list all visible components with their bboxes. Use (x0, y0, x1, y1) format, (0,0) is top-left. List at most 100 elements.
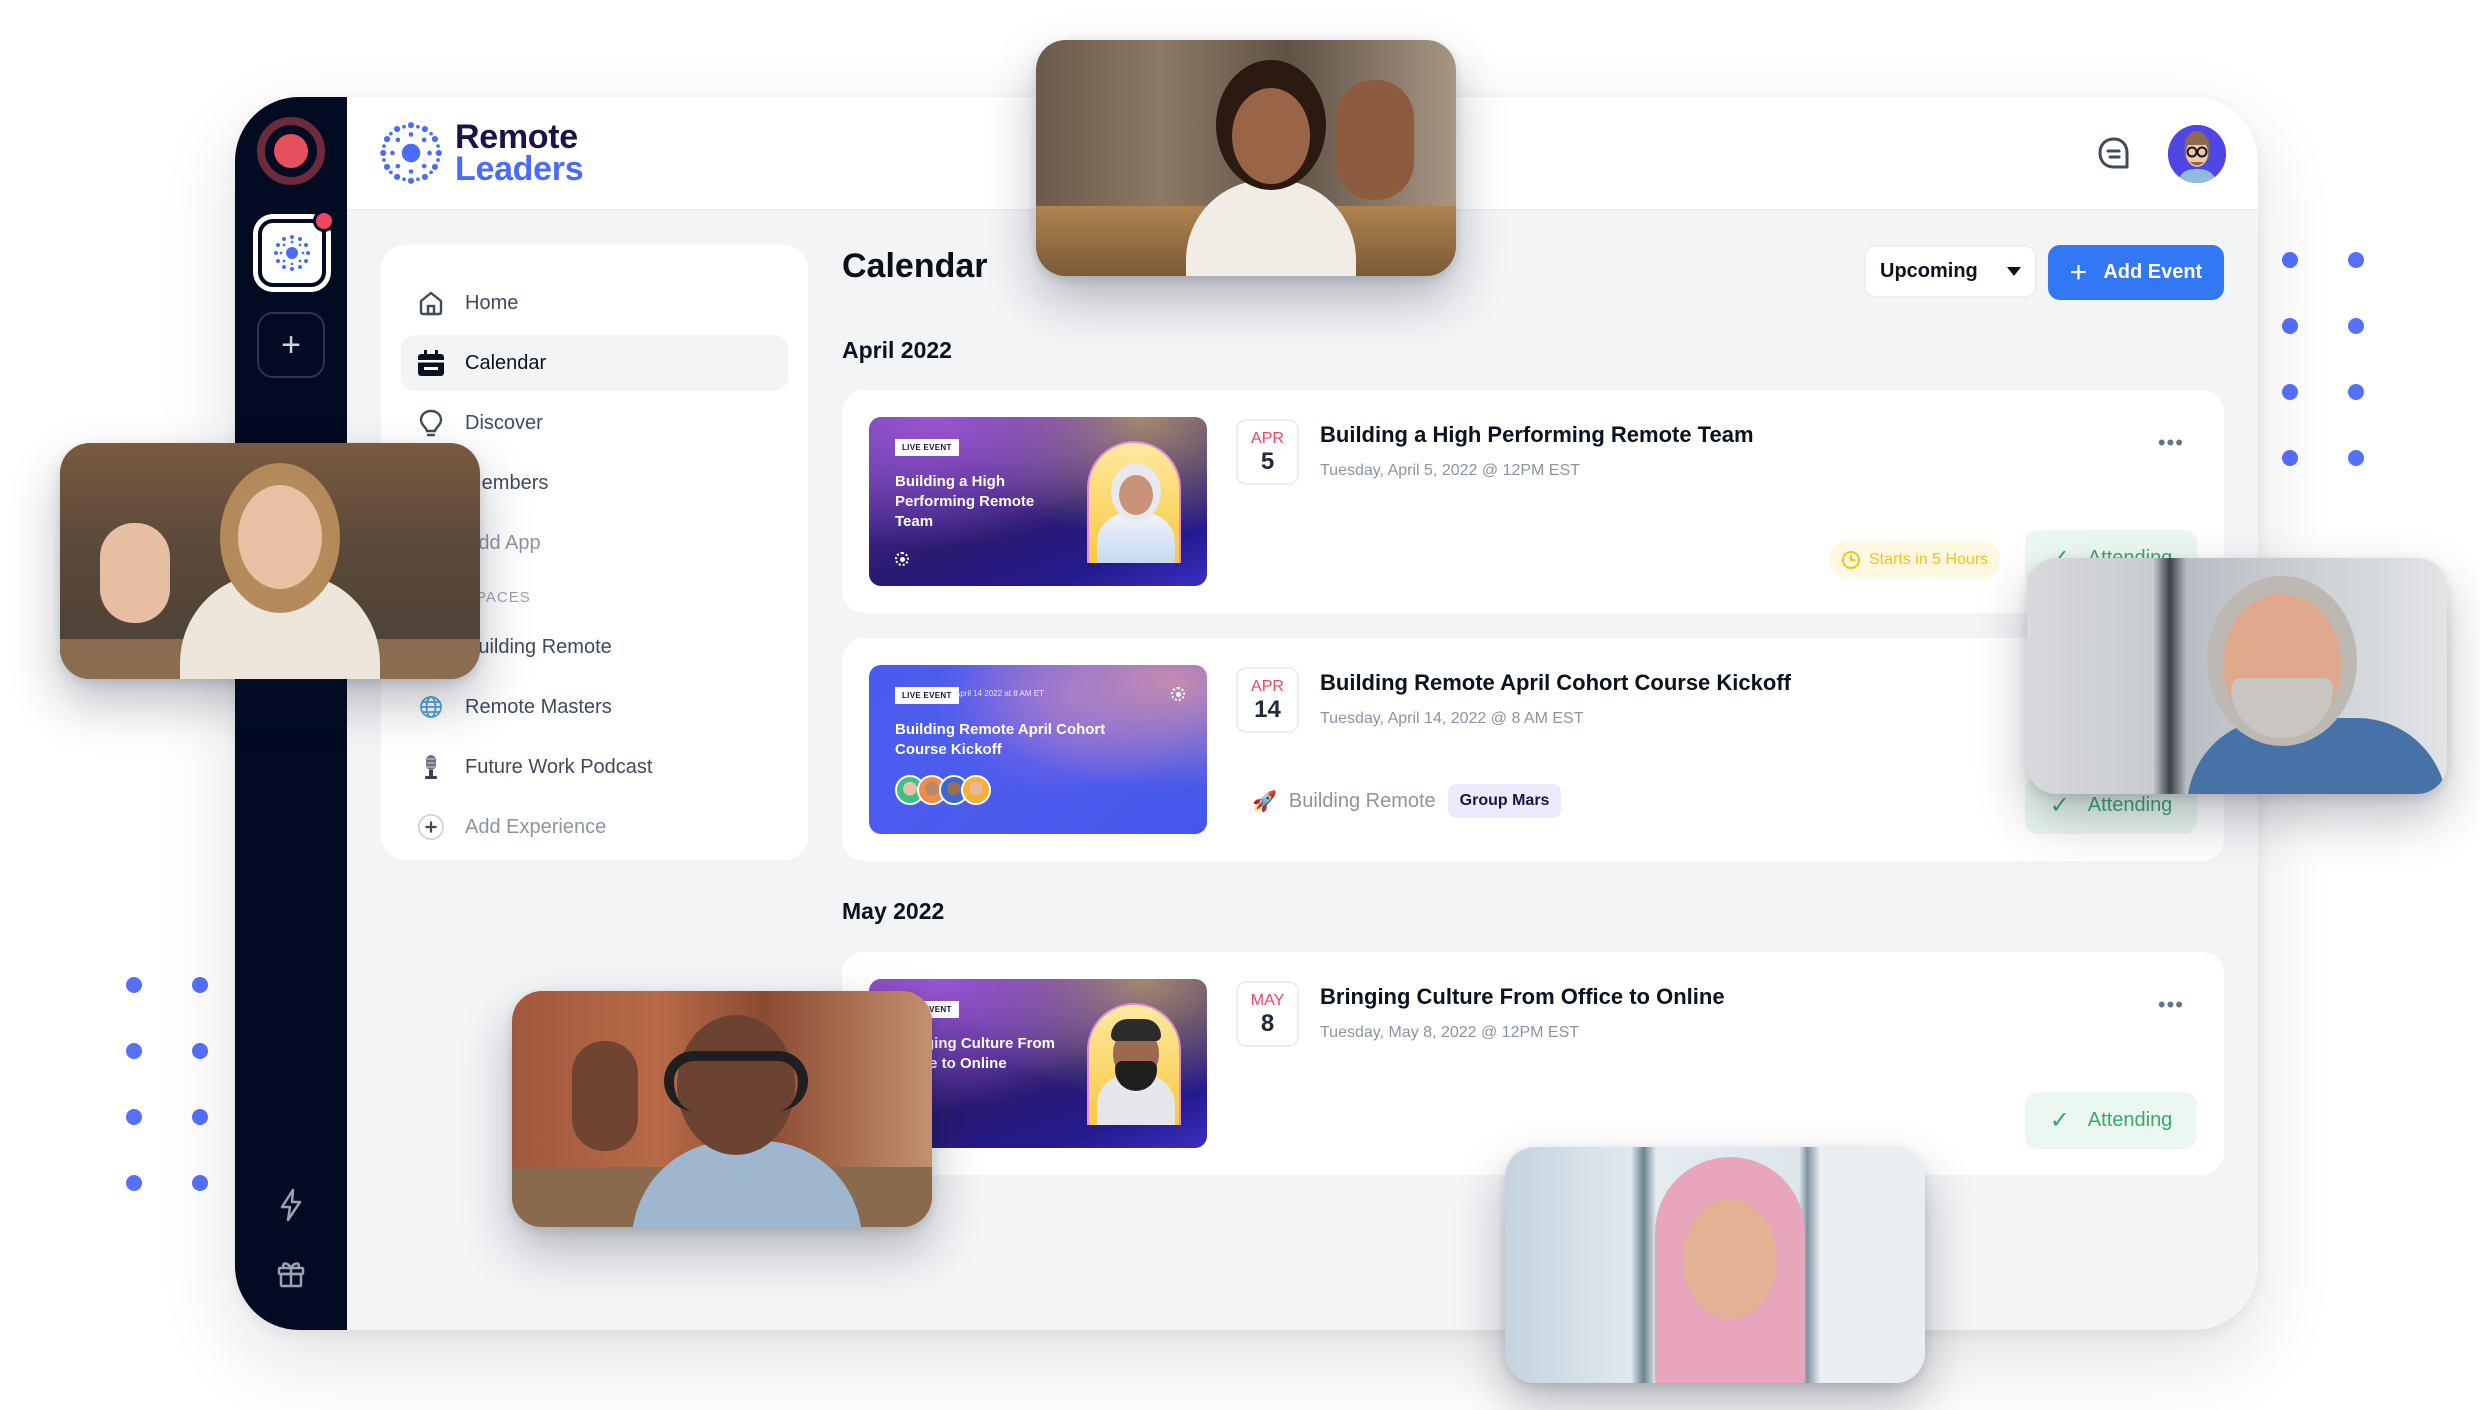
more-options-icon[interactable]: ••• (2158, 432, 2184, 454)
event-datetime: Tuesday, May 8, 2022 @ 12PM EST (1320, 1024, 1580, 1041)
event-title[interactable]: Bringing Culture From Office to Online (1320, 984, 1725, 1010)
add-community-button[interactable]: + (257, 312, 325, 378)
home-icon (417, 289, 445, 317)
brand-logo[interactable]: Remote Leaders (377, 118, 584, 188)
event-day: 8 (1260, 1009, 1275, 1037)
countdown-badge: Starts in 5 Hours (1829, 541, 2001, 578)
brand-mark-icon (1171, 687, 1185, 701)
user-avatar[interactable] (2168, 125, 2226, 183)
logo-text-leaders: Leaders (455, 150, 584, 188)
community-app-button[interactable] (253, 210, 335, 292)
sidebar-item-calendar[interactable]: Calendar (401, 335, 788, 391)
event-date-badge: APR 5 (1236, 419, 1299, 485)
event-card[interactable]: LIVE EVENT Building a High Performing Re… (842, 390, 2224, 613)
event-card[interactable]: LIVE EVENT Bringing Culture From Office … (842, 952, 2224, 1175)
sidebar-item-label: Home (465, 291, 519, 314)
chat-button[interactable] (2094, 133, 2134, 173)
group-tag[interactable]: Group Mars (1447, 784, 1562, 818)
event-day: 5 (1260, 447, 1275, 475)
dot (2348, 252, 2364, 268)
remote-leaders-logo-icon (380, 122, 442, 184)
filter-selected-value: Upcoming (1880, 260, 1978, 282)
globe-icon (417, 693, 445, 721)
video-tile-man-headphones-waving (512, 991, 932, 1227)
event-filter-dropdown[interactable]: Upcoming (1864, 245, 2037, 298)
attending-button[interactable]: ✓ Attending (2025, 1092, 2197, 1149)
plus-icon: + (2069, 255, 2088, 289)
event-community: 🚀 Building Remote Group Mars (1252, 784, 1562, 818)
event-title[interactable]: Building a High Performing Remote Team (1320, 422, 1754, 448)
speaker-avatar (961, 775, 991, 805)
dot (2282, 318, 2298, 334)
dot (192, 1043, 208, 1059)
speaker-avatars (895, 775, 991, 805)
check-icon: ✓ (2049, 792, 2070, 819)
dot (2348, 384, 2364, 400)
avatar-illustration-icon (2168, 125, 2226, 183)
dot (126, 1043, 142, 1059)
app-rail: + (235, 97, 347, 1330)
dot (126, 1109, 142, 1125)
decorative-dots-right (2282, 252, 2414, 516)
gift-icon (277, 1262, 305, 1288)
caret-down-icon (2007, 267, 2021, 276)
sidebar-item-label: Building Remote (465, 635, 612, 658)
dot (126, 977, 142, 993)
page-title: Calendar (842, 247, 988, 285)
add-event-label: Add Event (2103, 261, 2203, 283)
add-event-button[interactable]: + Add Event (2048, 245, 2224, 300)
event-thumbnail[interactable]: LIVE EVENT Building a High Performing Re… (869, 417, 1207, 586)
live-event-tag: LIVE EVENT (895, 687, 959, 704)
lightning-button[interactable] (271, 1185, 311, 1225)
calendar-icon (417, 349, 445, 377)
rocket-icon: 🚀 (1252, 790, 1277, 813)
community-logo-icon (274, 235, 310, 271)
sidebar-item-label: Discover (465, 411, 543, 434)
sidebar-space-remote-masters[interactable]: Remote Masters (401, 679, 788, 735)
plus-icon: + (281, 325, 301, 364)
event-thumbnail[interactable]: LIVE EVENT April 14 2022 at 8 AM ET Buil… (869, 665, 1207, 834)
event-day: 14 (1254, 695, 1281, 723)
dot (192, 1109, 208, 1125)
plus-circle-icon (417, 813, 445, 841)
logo-text-remote: Remote (455, 118, 578, 156)
community-name[interactable]: Building Remote (1289, 790, 1436, 813)
chat-bubble-icon (2098, 137, 2129, 169)
event-date-badge: MAY 8 (1236, 981, 1299, 1047)
thumbnail-title: Building a High Performing Remote Team (895, 473, 1035, 530)
event-month: APR (1251, 429, 1284, 447)
sidebar-item-label: Future Work Podcast (465, 755, 653, 778)
dot (2348, 450, 2364, 466)
dot (2282, 450, 2298, 466)
month-heading: April 2022 (842, 337, 952, 363)
more-options-icon[interactable]: ••• (2158, 994, 2184, 1016)
thumbnail-date: April 14 2022 at 8 AM ET (955, 689, 1044, 698)
speaker-photo (1087, 1003, 1181, 1125)
sidebar-item-label: Calendar (465, 351, 547, 374)
add-experience-button[interactable]: Add Experience (401, 799, 788, 855)
video-tile-man-smiling-right (2027, 558, 2447, 794)
attending-label: Attending (2087, 1109, 2173, 1131)
video-tile-woman-waving-left (60, 443, 480, 679)
attending-label: Attending (2087, 794, 2173, 816)
video-tile-woman-waving-top (1036, 40, 1456, 276)
record-icon (274, 134, 308, 168)
sidebar-item-label: Add Experience (465, 815, 607, 838)
check-icon: ✓ (2049, 1107, 2070, 1134)
sidebar-space-future-work-podcast[interactable]: Future Work Podcast (401, 739, 788, 795)
brand-mark-icon (895, 552, 909, 566)
microphone-icon (417, 753, 445, 781)
event-title[interactable]: Building Remote April Cohort Course Kick… (1320, 670, 1791, 696)
video-tile-woman-hijab-smiling (1505, 1147, 1925, 1383)
record-button[interactable] (257, 117, 325, 185)
event-card[interactable]: LIVE EVENT April 14 2022 at 8 AM ET Buil… (842, 638, 2224, 861)
event-month: APR (1251, 677, 1284, 695)
sidebar-item-home[interactable]: Home (401, 275, 788, 331)
notification-badge (313, 210, 335, 232)
month-heading: May 2022 (842, 898, 945, 924)
event-datetime: Tuesday, April 14, 2022 @ 8 AM EST (1320, 710, 1584, 727)
gift-button[interactable] (271, 1253, 311, 1293)
live-event-tag: LIVE EVENT (895, 439, 959, 456)
lightning-icon (280, 1188, 302, 1222)
sidebar-item-label: Remote Masters (465, 695, 612, 718)
